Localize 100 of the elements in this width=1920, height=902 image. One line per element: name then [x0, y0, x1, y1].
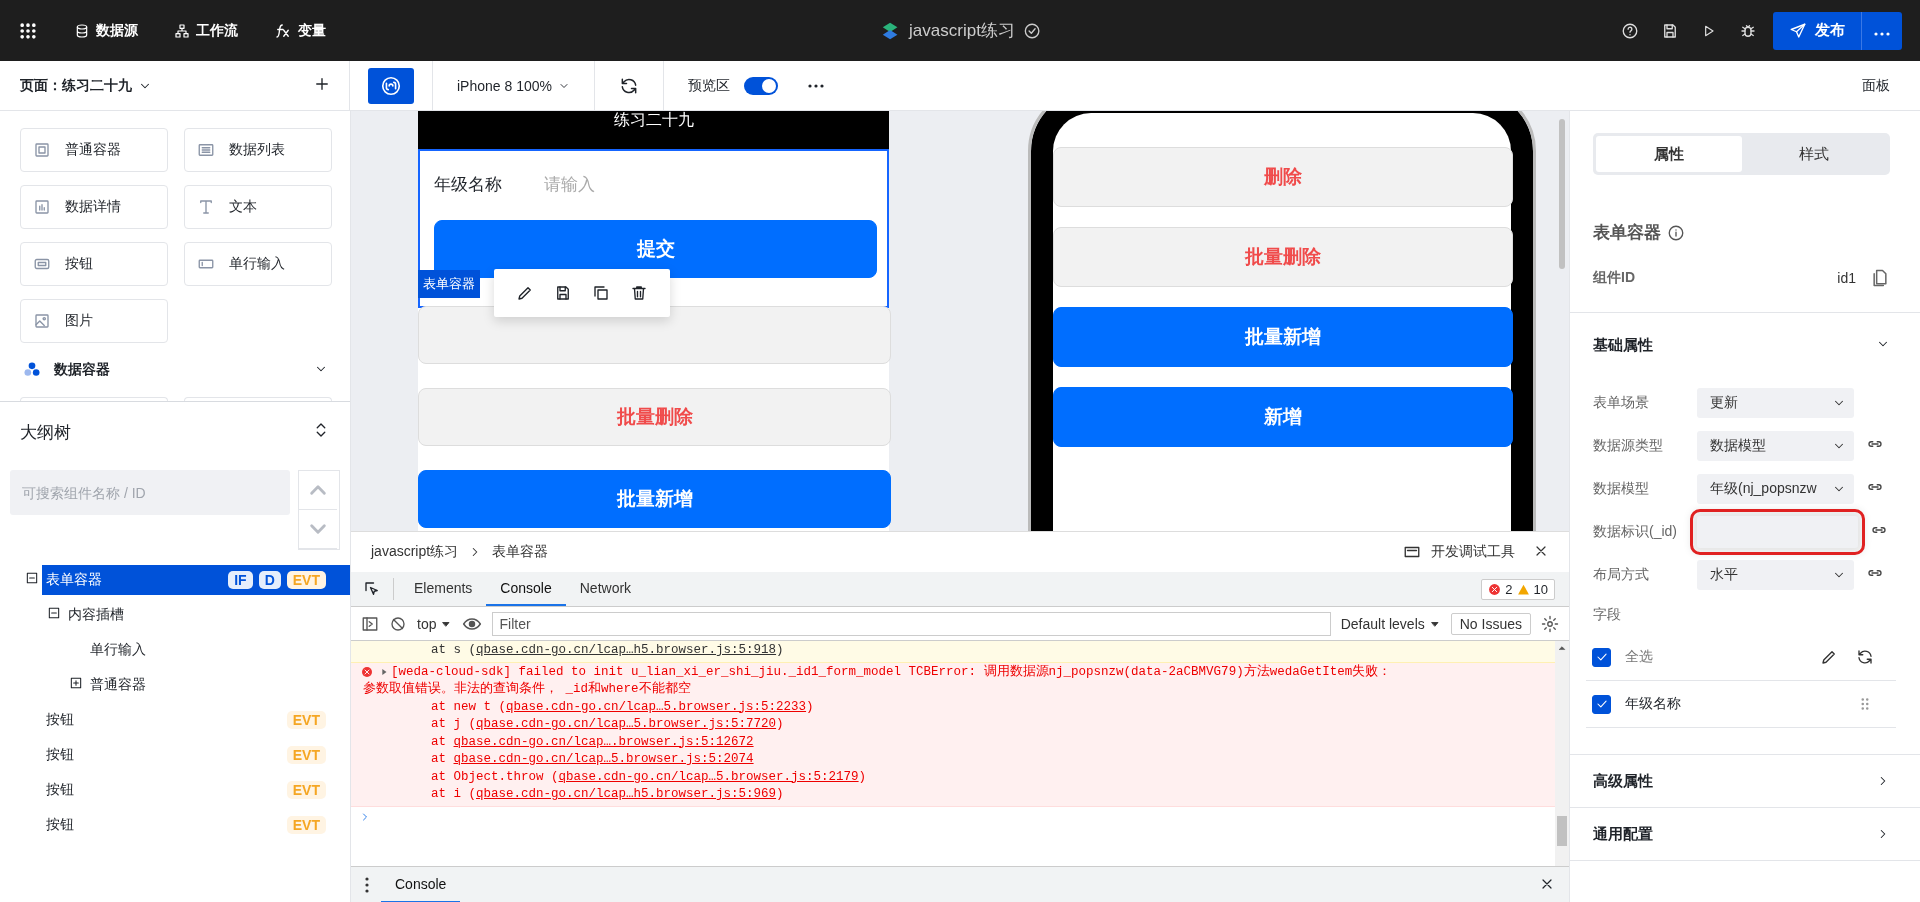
devtools-title: 开发调试工具	[1431, 543, 1515, 561]
property-label: 布局方式	[1593, 565, 1650, 584]
error-message: [weda-cloud-sdk] failed to init u_lian_xi_er_shi_jiu._id1_form_model TCBError: 调用数据源nj_popsnzw(data-2aCBMVG79)方法wedaGetItem失败：	[391, 663, 1392, 681]
breadcrumb-item[interactable]: 表单容器	[492, 543, 549, 561]
app-title: javascript练习	[909, 20, 1015, 42]
source-link[interactable]: qbase.cdn-go.cn/lcap….browser.js:5:12672	[453, 734, 754, 749]
error-icon	[1488, 582, 1502, 596]
checkbox[interactable]	[1592, 647, 1611, 667]
section-title[interactable]: 基础属性	[1593, 335, 1653, 355]
inspect-icon	[363, 580, 381, 598]
page-header: 练习二十九	[613, 111, 694, 130]
id-label: 组件ID	[1593, 269, 1635, 287]
scrollbar-thumb[interactable]	[1557, 816, 1567, 846]
submit-button[interactable]: 提交	[434, 220, 877, 278]
component-card[interactable]: 按钮	[20, 242, 168, 286]
component-card[interactable]: 图片	[20, 299, 168, 343]
tree-item[interactable]: 内容插槽	[64, 599, 350, 630]
tag: EVT	[286, 745, 326, 764]
error-message: 参数取值错误。非法的查询条件， _id和where不能都空	[363, 681, 691, 698]
image-icon	[33, 312, 51, 330]
section-title[interactable]: 高级属性	[1593, 771, 1653, 791]
levels-dropdown[interactable]: Default levels	[1340, 615, 1441, 632]
panel-button[interactable]: 面板	[1862, 76, 1890, 95]
source-link[interactable]: qbase.cdn-go.cn/lcap…5.browser.js:5:2233	[506, 699, 807, 714]
function-icon	[274, 21, 292, 40]
flow-icon	[174, 22, 190, 39]
select-field[interactable]: 数据模型	[1697, 430, 1854, 461]
component-card[interactable]: 单行输入	[184, 242, 332, 286]
breadcrumb-item[interactable]: javascript练习	[371, 543, 459, 561]
more-vertical-icon[interactable]	[365, 877, 369, 893]
checkbox[interactable]	[1592, 694, 1611, 714]
devtools-tab[interactable]: Console	[486, 572, 566, 606]
nav-item[interactable]: 变量	[274, 21, 326, 40]
delete-icon	[630, 284, 648, 302]
collapse-icon	[25, 571, 39, 585]
bar-chart-icon	[33, 198, 51, 216]
select-all-label: 全选	[1625, 648, 1653, 666]
edit-icon	[1820, 648, 1838, 666]
drawer-tab[interactable]: Console	[381, 867, 461, 902]
tree-item[interactable]: 普通容器	[86, 669, 350, 700]
error-icon	[361, 665, 373, 678]
settings-icon	[1541, 614, 1559, 633]
page-selector[interactable]: 页面：练习二十九	[20, 76, 132, 95]
source-link[interactable]: qbase.cdn-go.cn/lcap…h5.browser.js:5:918	[476, 643, 777, 657]
component-card[interactable]: 文本	[184, 185, 332, 229]
source-link[interactable]: qbase.cdn-go.cn/lcap…5.browser.js:5:2074	[453, 752, 754, 766]
database-icon	[74, 22, 90, 39]
preview-toggle[interactable]	[743, 76, 778, 95]
devtools-tab[interactable]: Elements	[400, 572, 487, 606]
section-title[interactable]: 通用配置	[1593, 824, 1653, 844]
expand-arrow-icon	[379, 667, 389, 678]
edit-icon	[516, 284, 534, 302]
more-icon[interactable]	[1874, 31, 1890, 36]
info-icon	[1667, 223, 1685, 242]
issues-button[interactable]: No Issues	[1450, 612, 1531, 635]
search-field[interactable]: 可搜索组件名称 / ID	[10, 470, 290, 515]
warning-icon	[1516, 582, 1530, 596]
nav-item[interactable]: 工作流	[174, 21, 238, 40]
selection-tag: 表单容器	[418, 270, 480, 298]
panel-tab[interactable]: 属性	[1596, 136, 1742, 172]
component-card[interactable]: 数据列表	[184, 128, 332, 172]
tree-item[interactable]: 单行输入	[86, 634, 350, 665]
scrollbar-thumb[interactable]	[1559, 119, 1565, 269]
button[interactable]: 批量新增	[418, 470, 891, 528]
source-link[interactable]: qbase.cdn-go.cn/lcap…5.browser.js:5:2179	[558, 769, 859, 784]
button[interactable]: 新增	[1053, 387, 1513, 447]
source-link[interactable]: qbase.cdn-go.cn/lcap…5.browser.js:5:7720	[476, 717, 777, 731]
component-card[interactable]: 普通容器	[20, 128, 168, 172]
nav-item[interactable]: 数据源	[74, 21, 138, 40]
field-label: 年级名称	[434, 174, 502, 196]
apps-icon	[18, 20, 38, 41]
devtools-tab[interactable]: Network	[565, 572, 646, 606]
stack-line: at j (qbase.cdn-go.cn/lcap…5.browser.js:5:7720)	[430, 716, 785, 733]
select-field[interactable]: 更新	[1697, 387, 1854, 418]
tag: EVT	[286, 780, 326, 799]
mini-program-button[interactable]	[368, 67, 414, 104]
clear-icon	[389, 614, 407, 633]
device-selector[interactable]: iPhone 8 100%	[457, 77, 552, 94]
more-icon[interactable]	[807, 83, 824, 88]
scroll-up-icon	[1557, 643, 1567, 653]
stack-line: at qbase.cdn-go.cn/lcap…5.browser.js:5:2074	[430, 751, 755, 768]
property-label: 数据模型	[1593, 479, 1650, 498]
context-selector[interactable]: top	[417, 615, 453, 632]
help-icon	[1621, 21, 1639, 40]
copy-icon	[1870, 268, 1890, 288]
copy-icon	[592, 284, 610, 302]
button[interactable]: 批量新增	[1053, 307, 1513, 367]
property-label: 表单场景	[1593, 393, 1650, 412]
filter-field[interactable]: Filter	[492, 611, 1331, 636]
select-field[interactable]: 水平	[1697, 559, 1854, 590]
stack-line: at s (qbase.cdn-go.cn/lcap…h5.browser.js:5:918)	[430, 642, 784, 659]
select-field[interactable]: 年级(nj_popsnzw	[1697, 473, 1854, 504]
issue-counter[interactable]: 2 10	[1481, 578, 1555, 600]
panel-tab[interactable]: 样式	[1741, 136, 1887, 172]
component-heading: 表单容器	[1593, 222, 1661, 244]
source-link[interactable]: qbase.cdn-go.cn/lcap…h5.browser.js:5:969	[476, 787, 777, 801]
plus-icon	[313, 75, 331, 93]
property-label: 数据标识(_id)	[1593, 522, 1678, 541]
text-icon	[197, 198, 215, 216]
component-card[interactable]: 数据详情	[20, 185, 168, 229]
